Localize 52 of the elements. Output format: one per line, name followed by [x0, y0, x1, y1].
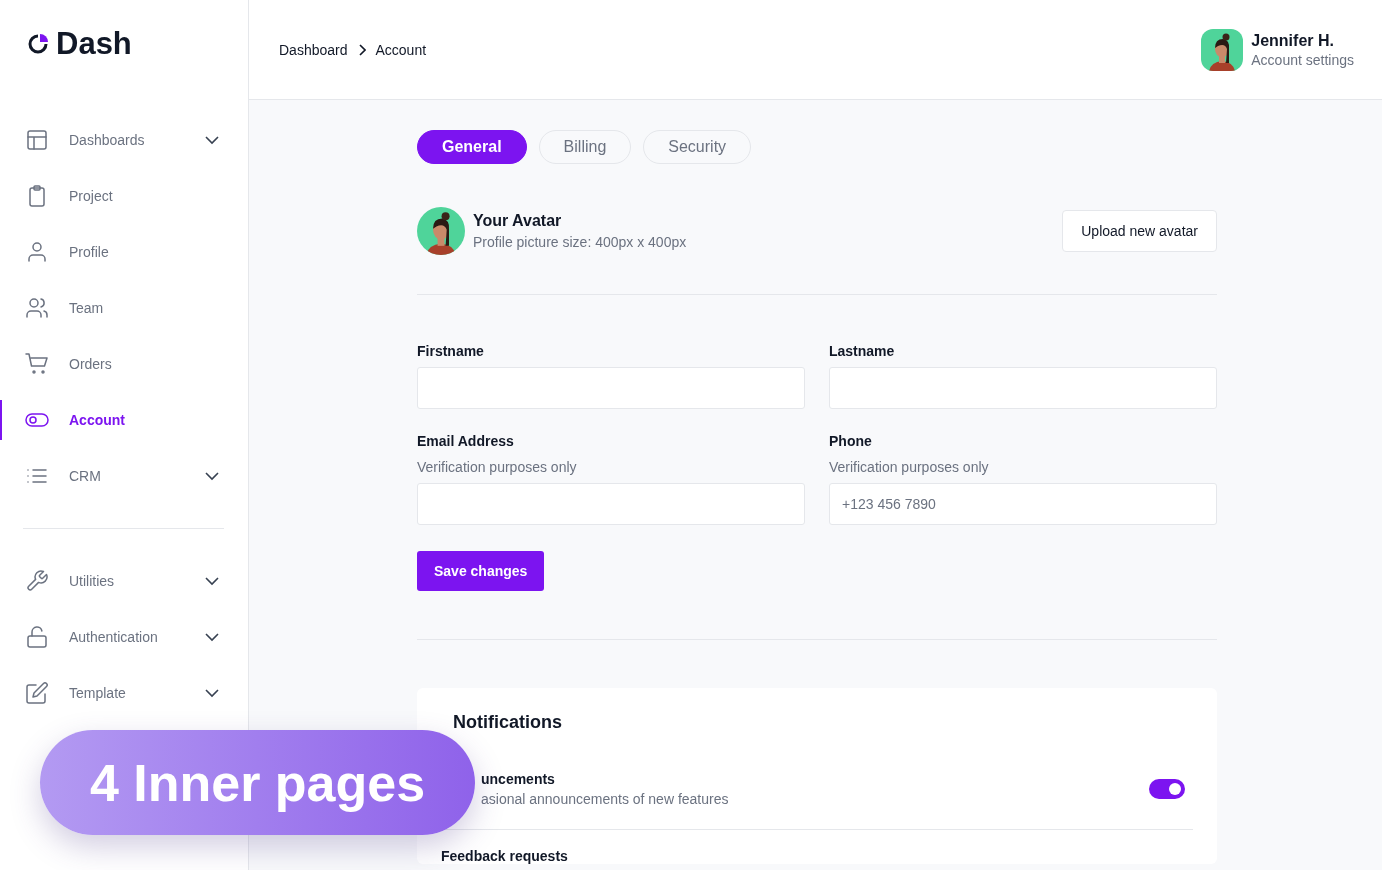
field-label: Phone — [829, 433, 873, 449]
notification-title: Feedback requests — [441, 848, 569, 864]
nav-item[interactable]: Utilities — [0, 553, 248, 609]
upload-avatar-button[interactable]: Upload new avatar — [1062, 210, 1217, 252]
user-icon — [25, 240, 49, 264]
promo-badge: 4 Inner pages — [40, 730, 475, 835]
tab[interactable]: Security — [643, 130, 752, 164]
users-icon — [25, 296, 49, 320]
nav-item[interactable]: Profile — [0, 224, 248, 280]
nav-item[interactable]: CRM — [0, 448, 248, 504]
nav-item[interactable]: Orders — [0, 336, 248, 392]
breadcrumb-link[interactable]: Account — [375, 41, 427, 58]
tab[interactable]: General — [417, 130, 527, 164]
nav-item[interactable]: Template — [0, 665, 248, 721]
nav-item[interactable]: Authentication — [0, 609, 248, 665]
avatar-title: Your Avatar — [473, 212, 563, 230]
notification-description: asional announcements of new features — [481, 791, 729, 807]
chevron-right-icon — [357, 43, 366, 56]
logo-icon — [26, 32, 50, 56]
nav-item[interactable]: Team — [0, 280, 248, 336]
layout-icon — [25, 128, 49, 152]
account-settings-link[interactable]: Account settings — [1251, 51, 1354, 68]
cart-icon — [25, 352, 49, 376]
lock-icon — [25, 625, 49, 649]
nav-item[interactable]: Dashboards — [0, 112, 248, 168]
chevron-down-icon — [204, 688, 220, 698]
save-button[interactable]: Save changes — [417, 551, 545, 591]
avatar-hint: Profile picture size: 400px x 400px — [473, 234, 688, 250]
user-name: Jennifer H. — [1251, 31, 1335, 50]
chevron-down-icon — [204, 632, 220, 642]
edit-icon — [25, 681, 49, 705]
notification-title: uncements — [481, 771, 556, 787]
field-hint: Verification purposes only — [417, 459, 578, 475]
field-label: Lastname — [829, 343, 896, 359]
logo-text: Dash — [56, 26, 132, 62]
input-field[interactable]: +123 456 7890 — [829, 483, 1217, 525]
field-hint: Verification purposes only — [829, 459, 990, 475]
breadcrumb-link[interactable]: Dashboard — [279, 41, 348, 58]
tab[interactable]: Billing — [538, 130, 632, 164]
input-field[interactable] — [417, 367, 805, 409]
nav-item[interactable]: Account — [0, 392, 248, 448]
input-field[interactable] — [417, 483, 805, 525]
chevron-down-icon — [204, 135, 220, 145]
nav-item[interactable]: Project — [0, 168, 248, 224]
input-field[interactable] — [829, 367, 1217, 409]
card-title: Notifications — [453, 712, 563, 733]
chevron-down-icon — [204, 471, 220, 481]
chevron-down-icon — [204, 576, 220, 586]
field-label: Email Address — [417, 433, 515, 449]
toggle-switch[interactable] — [1149, 779, 1185, 799]
wrench-icon — [25, 569, 49, 593]
field-label: Firstname — [417, 343, 485, 359]
